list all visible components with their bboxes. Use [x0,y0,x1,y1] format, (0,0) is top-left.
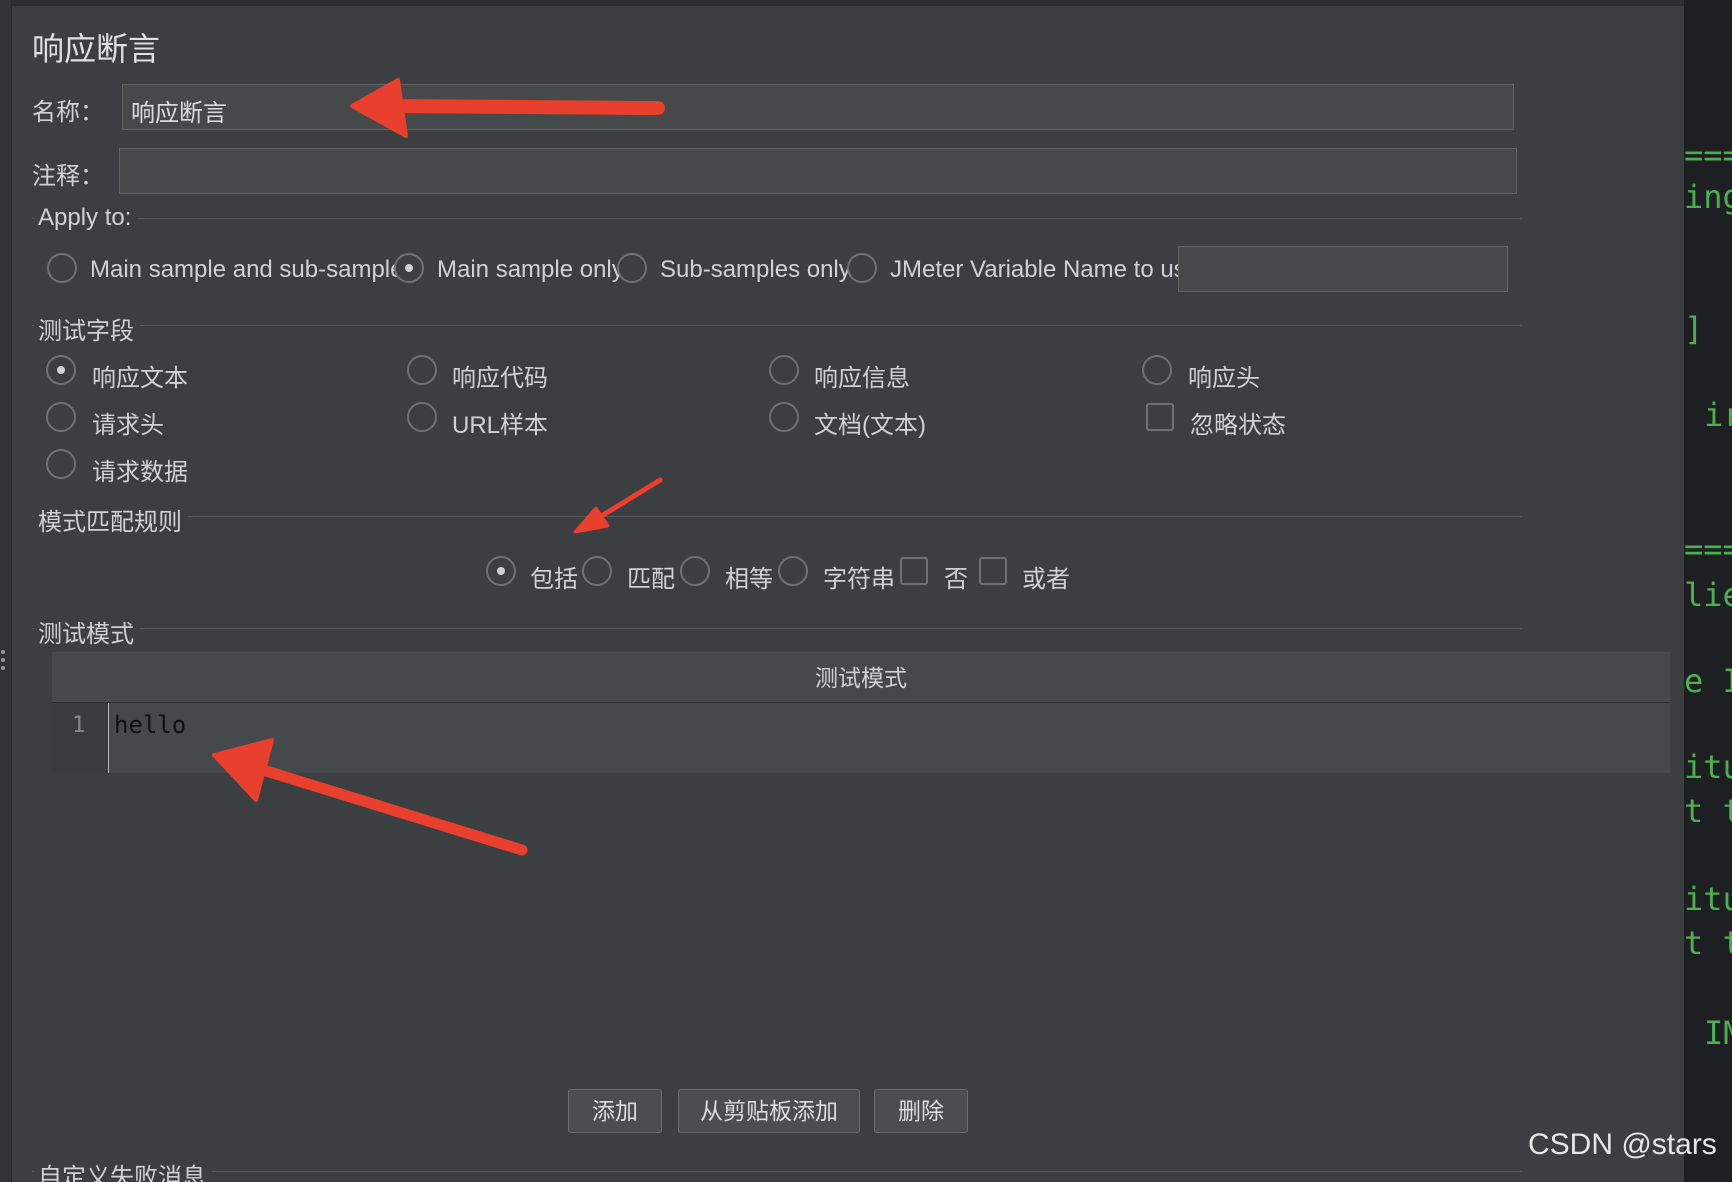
radio-matches[interactable] [582,556,612,586]
code-line: IM [1704,1014,1732,1052]
radio-url-sample[interactable] [407,402,437,432]
delete-button[interactable]: 删除 [874,1089,968,1133]
radio-response-headers[interactable] [1142,355,1172,385]
line-number: 1 [72,713,86,738]
radio-response-code-label: 响应代码 [452,365,548,392]
failure-message-divider [32,1171,1522,1172]
code-line: t t [1684,792,1732,830]
radio-matches-label: 匹配 [627,566,675,593]
pattern-rules-divider [32,516,1522,517]
test-field-divider [32,325,1522,326]
checkbox-or[interactable] [979,557,1007,585]
checkbox-ignore-status-label: 忽略状态 [1190,412,1286,439]
radio-document-text[interactable] [769,402,799,432]
table-row[interactable]: 1 hello [52,703,1670,773]
left-strip [0,0,12,1182]
failure-message-title: 自定义失败消息 [34,1157,212,1182]
radio-main-only[interactable] [394,253,424,283]
apply-to-divider [32,218,1522,219]
code-line: ing [1684,178,1732,216]
apply-to-title: Apply to: [34,204,138,232]
radio-main-and-sub-label: Main sample and sub-samples [90,256,416,283]
radio-request-headers-label: 请求头 [92,412,164,439]
code-line: ] [1684,310,1704,348]
radio-request-data-label: 请求数据 [92,459,188,486]
table-column-header: 测试模式 [52,653,1670,703]
code-line: itu [1684,880,1732,918]
radio-response-text[interactable] [46,355,76,385]
radio-jmeter-variable-label: JMeter Variable Name to use [890,256,1200,283]
radio-response-message[interactable] [769,355,799,385]
radio-response-text-label: 响应文本 [92,365,188,392]
code-line: === [1684,136,1732,174]
checkbox-ignore-status[interactable] [1146,403,1174,431]
add-from-clipboard-button[interactable]: 从剪贴板添加 [678,1089,860,1133]
radio-contains[interactable] [486,556,516,586]
radio-jmeter-variable[interactable] [847,253,877,283]
radio-sub-only[interactable] [617,253,647,283]
radio-contains-label: 包括 [530,566,578,593]
radio-main-only-label: Main sample only [437,256,624,283]
radio-equals[interactable] [680,556,710,586]
code-line: t t [1684,924,1732,962]
radio-response-code[interactable] [407,355,437,385]
radio-substring[interactable] [778,556,808,586]
test-patterns-title: 测试模式 [34,614,140,649]
radio-document-text-label: 文档(文本) [814,412,926,439]
radio-request-data[interactable] [46,449,76,479]
side-code-editor: === ing ] ir === lie e I itu t t itu t t… [1684,0,1732,1182]
code-line: e I [1684,662,1732,700]
response-assertion-panel: 响应断言 名称： 响应断言 注释： Apply to: Main sample … [12,6,1684,1182]
test-field-title: 测试字段 [34,311,140,346]
radio-equals-label: 相等 [725,566,773,593]
jmeter-variable-input[interactable] [1178,246,1508,292]
test-patterns-table: 测试模式 1 hello [52,652,1670,773]
radio-response-message-label: 响应信息 [814,365,910,392]
checkbox-not-label: 否 [944,566,968,593]
pattern-rules-title: 模式匹配规则 [34,502,188,537]
name-label: 名称： [32,99,104,126]
radio-response-headers-label: 响应头 [1188,365,1260,392]
csdn-watermark: CSDN @stars [1528,1128,1717,1161]
code-line: itu [1684,748,1732,786]
checkbox-not[interactable] [900,557,928,585]
comment-label: 注释： [32,163,104,190]
checkbox-or-label: 或者 [1022,566,1070,593]
code-line: ir [1704,396,1732,434]
radio-request-headers[interactable] [46,402,76,432]
radio-main-and-sub[interactable] [47,253,77,283]
code-line: === [1684,530,1732,568]
comment-input[interactable] [119,148,1517,194]
test-patterns-divider [32,628,1522,629]
radio-sub-only-label: Sub-samples only [660,256,851,283]
line-number-gutter: 1 [52,703,109,773]
pattern-text-editor[interactable]: hello [114,711,186,739]
drag-grip-icon[interactable] [1,650,7,676]
code-line: lie [1684,576,1732,614]
radio-substring-label: 字符串 [823,566,895,593]
name-input[interactable]: 响应断言 [122,84,1514,130]
page-title: 响应断言 [32,31,161,67]
add-button[interactable]: 添加 [568,1089,662,1133]
radio-url-sample-label: URL样本 [452,412,549,439]
